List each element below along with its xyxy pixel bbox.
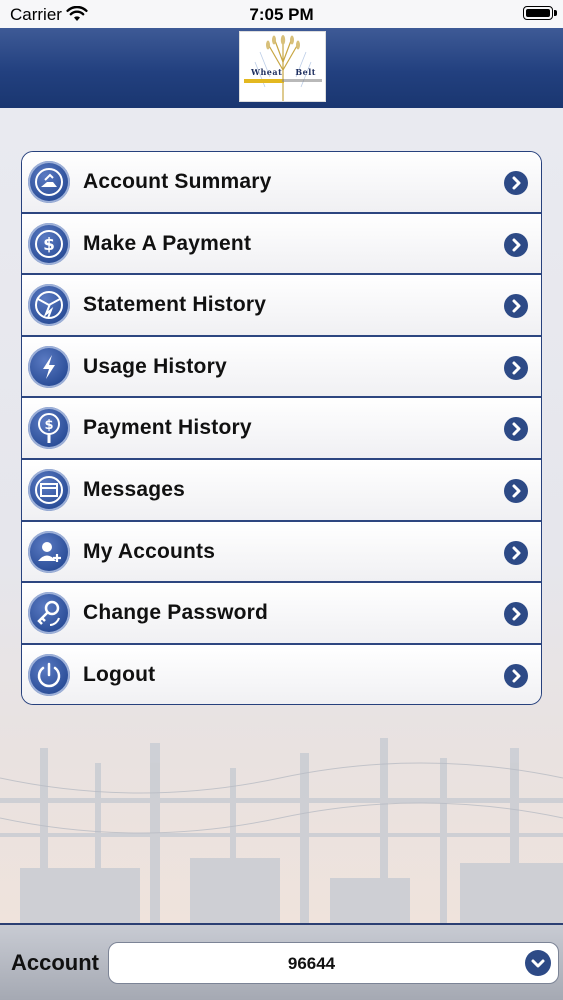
account-bar: Account 96644: [0, 923, 563, 1000]
menu-item-label: Account Summary: [83, 170, 272, 193]
menu-item-statement-history[interactable]: Statement History: [22, 275, 541, 337]
logo-stripe: [244, 79, 284, 83]
menu-item-label: My Accounts: [83, 539, 216, 563]
svg-text:$: $: [44, 418, 53, 433]
menu-item-account-summary[interactable]: Account Summary: [22, 152, 541, 214]
svg-text:$: $: [43, 235, 55, 255]
menu-item-label: Make A Payment: [83, 231, 252, 255]
clock: 7:05 PM: [249, 5, 314, 24]
menu-item-payment-history[interactable]: $ Payment History: [22, 398, 541, 460]
chevron-right-icon[interactable]: [504, 540, 528, 565]
chevron-right-icon[interactable]: [504, 417, 528, 442]
menu-item-usage-history[interactable]: Usage History: [22, 336, 541, 399]
menu-item-label: Logout: [83, 662, 156, 686]
add-user-icon: [28, 530, 70, 573]
account-number: 96644: [287, 954, 336, 973]
wheat-belt-logo: Wheat Belt: [239, 31, 326, 102]
menu-item-label: Usage History: [83, 354, 227, 378]
chevron-right-icon[interactable]: [504, 355, 528, 380]
chevron-right-icon[interactable]: [504, 171, 528, 195]
battery-icon: [523, 6, 557, 20]
messages-icon: [28, 468, 70, 511]
chevron-right-icon[interactable]: [504, 478, 528, 503]
lightning-icon: [28, 345, 70, 388]
logo-text: Wheat Belt: [251, 67, 316, 77]
account-summary-icon: [28, 161, 70, 203]
status-bar: Carrier 7:05 PM: [0, 0, 563, 28]
key-icon: [28, 592, 70, 635]
menu-item-logout[interactable]: Logout: [22, 644, 541, 704]
account-label: Account: [11, 950, 99, 975]
menu-item-my-accounts[interactable]: My Accounts: [22, 521, 541, 584]
menu-item-label: Statement History: [83, 293, 267, 317]
chevron-right-icon[interactable]: [504, 663, 528, 688]
menu-item-messages[interactable]: Messages: [22, 459, 541, 522]
power-substation-silhouette: [0, 738, 563, 923]
menu-item-make-a-payment[interactable]: $ Make A Payment: [22, 213, 541, 276]
account-dropdown[interactable]: 96644: [108, 942, 559, 984]
menu-item-label: Change Password: [83, 601, 269, 625]
dollar-icon: $: [28, 222, 70, 265]
payment-history-icon: $: [28, 407, 70, 450]
logo-fine-print: [282, 79, 322, 82]
power-icon: [28, 653, 70, 696]
chevron-down-icon[interactable]: [525, 950, 551, 976]
chevron-right-icon[interactable]: [504, 294, 528, 319]
chevron-right-icon[interactable]: [504, 232, 528, 257]
chevron-right-icon[interactable]: [504, 602, 528, 627]
main-menu: Account Summary $ Make A Payment Stateme…: [21, 151, 542, 705]
menu-item-change-password[interactable]: Change Password: [22, 583, 541, 645]
menu-item-label: Messages: [83, 477, 185, 501]
menu-item-label: Payment History: [83, 416, 252, 440]
statement-icon: [28, 284, 70, 327]
app-header: Wheat Belt: [0, 28, 563, 108]
